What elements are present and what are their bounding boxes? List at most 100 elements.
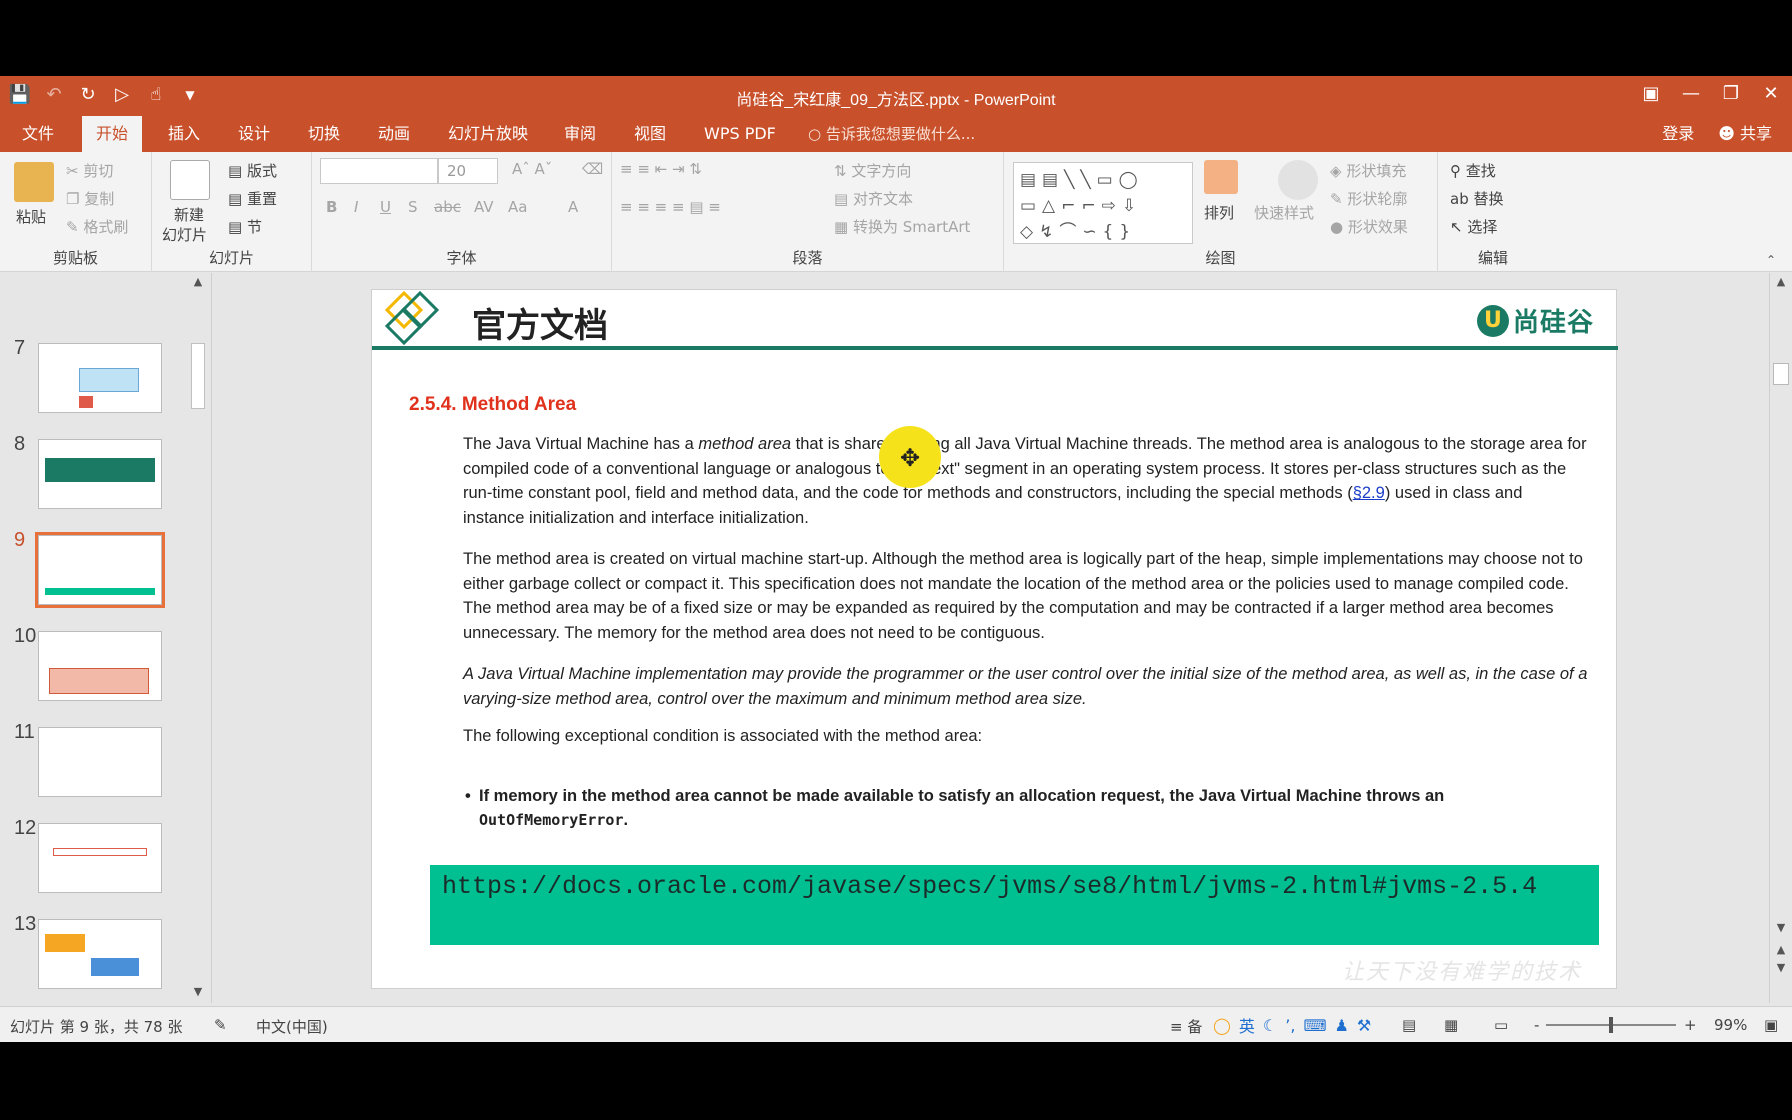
tab-home[interactable]: 开始 — [82, 116, 143, 152]
bullet-code: OutOfMemoryError — [479, 811, 624, 829]
smartart-button[interactable]: ▦ 转换为 SmartArt — [834, 216, 970, 237]
close-icon[interactable]: ✕ — [1758, 80, 1784, 108]
tab-file[interactable]: 文件 — [8, 116, 68, 152]
new-slide-label[interactable]: 新建 — [174, 204, 204, 225]
moon-icon[interactable]: ☾ — [1263, 1016, 1277, 1035]
copy-button[interactable]: ❐ 复制 — [66, 188, 114, 209]
layout-button[interactable]: ▤ 版式 — [228, 160, 277, 181]
spell-check-icon[interactable]: ✎ — [214, 1016, 227, 1034]
minimize-icon[interactable]: — — [1678, 80, 1704, 108]
user-icon[interactable]: ♟ — [1335, 1016, 1349, 1035]
change-case-button[interactable]: Aa — [508, 198, 527, 216]
restore-icon[interactable]: ❐ — [1718, 80, 1744, 108]
slide-thumbnail[interactable] — [38, 823, 162, 893]
tab-slideshow[interactable]: 幻灯片放映 — [434, 116, 542, 152]
align-icons[interactable]: ≡ ≡ ≡ ≡ ▤ ≡ — [620, 198, 721, 216]
fit-to-window-icon[interactable]: ▣ — [1764, 1016, 1778, 1034]
keyboard-icon[interactable]: ⌨ — [1303, 1016, 1326, 1035]
reading-view-icon[interactable]: ▦ — [1444, 1016, 1458, 1034]
reset-button[interactable]: ▤ 重置 — [228, 188, 277, 209]
shape-fill-button[interactable]: ◈ 形状填充 — [1330, 160, 1406, 181]
shape-outline-button[interactable]: ✎ 形状轮廓 — [1330, 188, 1407, 209]
slideshow-view-icon[interactable]: ▭ — [1494, 1016, 1508, 1034]
previous-slide-icon[interactable]: ▲ — [1770, 943, 1792, 956]
zoom-slider-knob[interactable] — [1609, 1017, 1613, 1033]
scroll-down-icon[interactable]: ▼ — [188, 985, 208, 998]
tab-insert[interactable]: 插入 — [154, 116, 214, 152]
text-direction-button[interactable]: ⇅ 文字方向 — [834, 160, 911, 181]
char-spacing-icon[interactable]: AV — [474, 198, 494, 216]
thumbnail-scroll-thumb[interactable] — [191, 343, 205, 409]
find-button[interactable]: ⚲ 查找 — [1450, 160, 1496, 181]
grow-font-icon[interactable]: Aˆ Aˇ — [512, 160, 552, 178]
thumbnail-scrollbar[interactable]: ▲ ▼ — [188, 273, 208, 1003]
tab-animations[interactable]: 动画 — [364, 116, 424, 152]
section-button[interactable]: ▤ 节 — [228, 216, 262, 237]
language-indicator[interactable]: 中文(中国) — [256, 1016, 328, 1037]
underline-button[interactable]: U — [380, 198, 391, 216]
section-2-9-link[interactable]: §2.9 — [1353, 484, 1385, 502]
quick-styles-icon[interactable] — [1278, 160, 1318, 200]
slide-thumbnail[interactable] — [38, 919, 162, 989]
bullets-icon[interactable]: ≡ ≡ ⇤ ⇥ ⇅ — [620, 160, 702, 178]
paste-button[interactable]: 粘贴 — [16, 206, 46, 227]
layout-label: 版式 — [246, 162, 277, 180]
url-box[interactable]: https://docs.oracle.com/javase/specs/jvm… — [430, 865, 1599, 945]
slide-thumbnail[interactable] — [38, 439, 162, 509]
cut-button[interactable]: ✂ 剪切 — [66, 160, 113, 181]
new-slide-label-2[interactable]: 幻灯片 — [162, 224, 207, 245]
login-link[interactable]: 登录 — [1662, 116, 1694, 152]
person-icon: ☻ — [1718, 124, 1740, 143]
select-button[interactable]: ↖ 选择 — [1450, 216, 1497, 237]
slide-thumbnail[interactable] — [38, 631, 162, 701]
notes-button[interactable]: ≡ 备 — [1170, 1016, 1202, 1037]
punctuation-icon[interactable]: ’, — [1285, 1016, 1295, 1035]
shadow-button[interactable]: S — [408, 198, 418, 216]
zoom-level[interactable]: 99% — [1714, 1016, 1747, 1034]
tab-wps-pdf[interactable]: WPS PDF — [690, 116, 790, 152]
clear-format-icon[interactable]: ⌫ — [582, 160, 603, 178]
quick-styles-button[interactable]: 快速样式 — [1254, 202, 1314, 223]
zoom-out-button[interactable]: - — [1534, 1016, 1539, 1034]
thumb-diagram — [49, 668, 149, 694]
arrange-icon[interactable] — [1204, 160, 1238, 194]
tell-me-search[interactable]: ○ 告诉我您想要做什么... — [808, 116, 975, 152]
font-color-button[interactable]: A — [568, 198, 578, 216]
ime-language[interactable]: 英 — [1239, 1013, 1255, 1037]
ime-logo-icon[interactable]: ◯ — [1213, 1016, 1231, 1035]
replace-button[interactable]: ab 替换 — [1450, 188, 1504, 209]
font-name-field[interactable] — [320, 158, 438, 184]
zoom-in-button[interactable]: + — [1684, 1016, 1697, 1034]
font-size-field[interactable]: 20 — [438, 158, 498, 184]
slide-thumbnail[interactable] — [38, 343, 162, 413]
slide-scrollbar[interactable]: ▲ ▼ ▲ ▼ — [1769, 273, 1792, 1003]
scroll-down-icon[interactable]: ▼ — [1770, 921, 1792, 934]
collapse-ribbon-icon[interactable]: ⌃ — [1766, 253, 1776, 267]
slide-title: 官方文档 — [472, 306, 608, 346]
slide-canvas[interactable]: 官方文档 U 尚硅谷 2.5.4. Method Area The Java V… — [371, 289, 1618, 989]
strikethrough-button[interactable]: abc — [434, 198, 461, 216]
italic-button[interactable]: I — [354, 198, 358, 216]
normal-view-icon[interactable]: ▤ — [1402, 1016, 1416, 1034]
wrench-icon[interactable]: ⚒ — [1357, 1016, 1371, 1035]
new-slide-icon[interactable] — [170, 160, 210, 200]
tab-transitions[interactable]: 切换 — [294, 116, 354, 152]
align-text-button[interactable]: ▤ 对齐文本 — [834, 188, 913, 209]
bold-button[interactable]: B — [326, 198, 337, 216]
slide-thumbnail-active[interactable] — [35, 532, 165, 608]
tab-view[interactable]: 视图 — [620, 116, 680, 152]
format-painter-button[interactable]: ✎ 格式刷 — [66, 216, 128, 237]
tab-review[interactable]: 审阅 — [550, 116, 610, 152]
scroll-up-icon[interactable]: ▲ — [1770, 275, 1792, 288]
next-slide-icon[interactable]: ▼ — [1770, 961, 1792, 974]
share-button[interactable]: ☻ 共享 — [1718, 116, 1772, 152]
arrange-button[interactable]: 排列 — [1204, 202, 1234, 223]
slide-thumbnail[interactable] — [38, 727, 162, 797]
shape-gallery[interactable]: ▤▤╲╲▭◯ ▭△⌐⌐⇨⇩ ◇↯⌒∽{} — [1013, 162, 1193, 244]
shape-effects-button[interactable]: ● 形状效果 — [1330, 216, 1408, 237]
ribbon-display-options-icon[interactable]: ▣ — [1638, 80, 1664, 108]
scroll-up-icon[interactable]: ▲ — [188, 275, 208, 288]
paste-icon[interactable] — [14, 162, 54, 202]
slide-scroll-thumb[interactable] — [1773, 363, 1789, 385]
tab-design[interactable]: 设计 — [224, 116, 284, 152]
